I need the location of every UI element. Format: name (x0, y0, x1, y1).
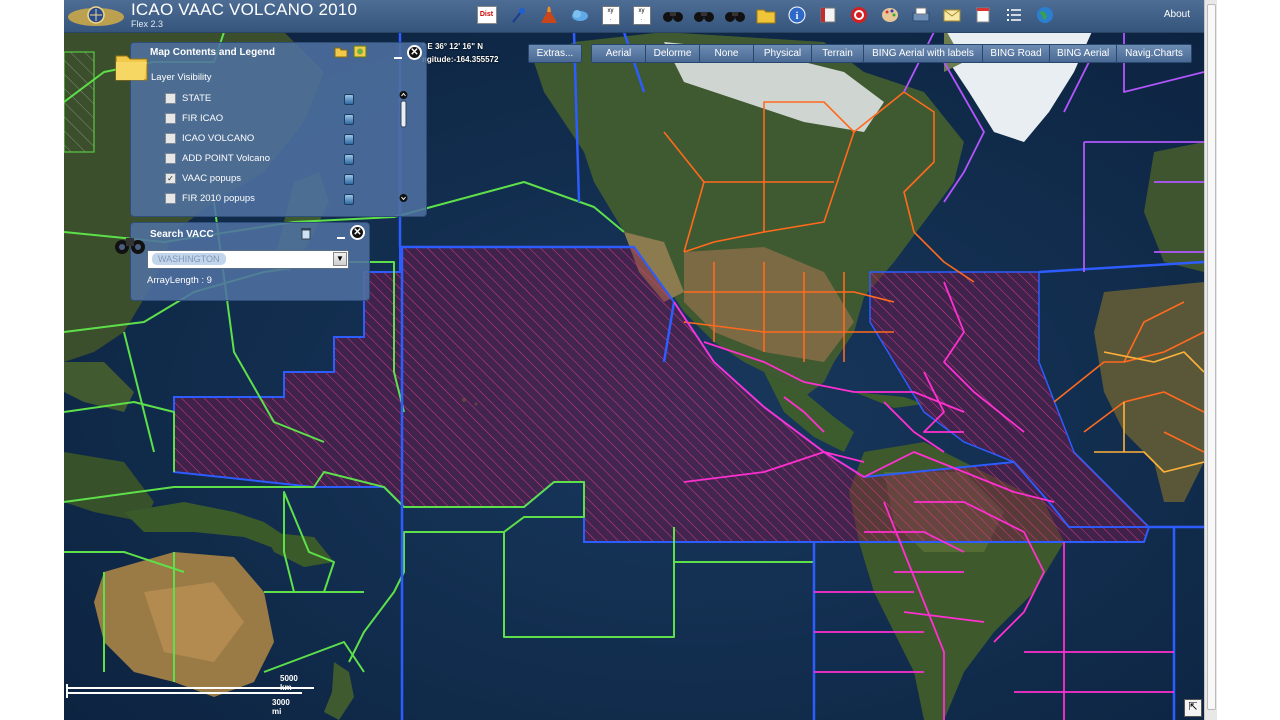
chevron-down-icon[interactable]: ▼ (333, 252, 347, 266)
legend-panel: Map Contents and Legend ✕ Layer Visibili… (130, 42, 427, 217)
extras-button[interactable]: Extras... (528, 44, 582, 63)
scale-bar-km (66, 687, 314, 689)
minimize-button[interactable] (394, 57, 402, 59)
volcano-icon[interactable] (536, 3, 561, 27)
vacc-select-value: WASHINGTON (152, 253, 226, 265)
scale-km: 5000 km (280, 674, 298, 692)
folder-icon[interactable] (753, 3, 778, 27)
cloud-icon[interactable] (567, 3, 592, 27)
app-header: ICAO VAAC VOLCANO 2010 Flex 2.3 Dist xy ·… (64, 0, 1204, 33)
pin-icon[interactable] (505, 3, 530, 27)
coordinate-line2: ngitude:-164.355572 (422, 55, 499, 64)
vacc-select[interactable]: WASHINGTON ▼ (147, 250, 349, 269)
basemap-none-button[interactable]: None (700, 45, 754, 62)
app-window: ICAO VAAC VOLCANO 2010 Flex 2.3 Dist xy ·… (64, 0, 1204, 720)
open-folder-icon[interactable] (334, 45, 348, 58)
legend-scrollbar[interactable] (399, 91, 408, 203)
scale-mi: 3000 mi (272, 698, 290, 716)
save-layers-icon[interactable] (353, 45, 367, 58)
svg-text:i: i (795, 11, 798, 22)
icao-logo (68, 6, 124, 26)
layer-legend-icon[interactable] (344, 174, 354, 185)
target-icon[interactable] (846, 3, 871, 27)
coordinate-line1: ° E 36° 12' 16" N (422, 42, 484, 51)
xy-alt-icon[interactable]: xy · (629, 3, 654, 27)
basemap-navig-charts-button[interactable]: Navig.Charts (1117, 45, 1191, 62)
layer-label: FIR ICAO (182, 112, 224, 124)
document-icon[interactable] (970, 3, 995, 27)
layer-legend-icon[interactable] (344, 194, 354, 205)
app-version: Flex 2.3 (131, 19, 164, 29)
email-icon[interactable] (939, 3, 964, 27)
coordinate-readout: ° E 36° 12' 16" N ngitude:-164.355572 (422, 40, 498, 66)
layer-legend-icon[interactable] (344, 154, 354, 165)
list-icon[interactable] (1001, 3, 1026, 27)
layer-row-icao-volcano: ICAO VOLCANO (165, 131, 395, 145)
layer-label: STATE (182, 92, 212, 104)
book-icon[interactable] (815, 3, 840, 27)
basemap-bing-aerial-button[interactable]: BING Aerial (1050, 45, 1117, 62)
basemap-aerial-button[interactable]: Aerial (592, 45, 646, 62)
layer-checkbox-add-point-volcano[interactable] (165, 152, 176, 164)
info-icon[interactable]: i (784, 3, 809, 27)
basemap-terrain-button[interactable]: Terrain (812, 45, 864, 62)
search-panel: Search VACC ✕ WASHINGTON ▼ ArrayLength :… (130, 222, 370, 301)
layer-checkbox-state[interactable] (165, 92, 176, 104)
search-panel-title: Search VACC (150, 229, 214, 240)
binoculars-icon[interactable] (660, 3, 685, 27)
layer-checkbox-fir-2010-popups[interactable] (165, 192, 176, 204)
browser-scrollbar[interactable] (1204, 0, 1217, 720)
layer-row-fir-icao: FIR ICAO (165, 111, 395, 125)
globe-icon[interactable] (1032, 3, 1057, 27)
scale-bar-mi (66, 692, 302, 694)
basemap-bing-aerial-labels-button[interactable]: BING Aerial with labels (864, 45, 983, 62)
binoculars-3-icon[interactable] (722, 3, 747, 27)
layer-checkbox-fir-icao[interactable] (165, 112, 176, 124)
layer-row-vaac-popups: ✓ VAAC popups (165, 171, 395, 185)
layer-legend-icon[interactable] (344, 114, 354, 125)
layer-visibility-label: Layer Visibility (151, 72, 212, 83)
close-icon[interactable]: ✕ (350, 225, 365, 240)
binoculars-icon (115, 238, 145, 254)
app-title: ICAO VAAC VOLCANO 2010 (131, 0, 358, 19)
layer-legend-icon[interactable] (344, 134, 354, 145)
expand-icon[interactable]: ⇱ (1184, 699, 1202, 717)
basemap-bing-road-button[interactable]: BING Road (983, 45, 1050, 62)
layer-checkbox-vaac-popups[interactable]: ✓ (165, 172, 176, 184)
binoculars-2-icon[interactable] (691, 3, 716, 27)
basemap-physical-button[interactable]: Physical (754, 45, 812, 62)
scrollbar-thumb[interactable] (1207, 4, 1216, 710)
minimize-button[interactable] (337, 237, 345, 239)
clear-search-icon[interactable] (301, 227, 311, 240)
dist-icon[interactable]: Dist (474, 3, 499, 27)
layer-legend-icon[interactable] (344, 94, 354, 105)
array-length: ArrayLength : 9 (147, 275, 212, 286)
basemap-switcher: Aerial Delorme None Physical Terrain BIN… (591, 44, 1192, 63)
layer-label: VAAC popups (182, 172, 241, 184)
legend-panel-title: Map Contents and Legend (150, 47, 275, 58)
layer-label: FIR 2010 popups (182, 192, 255, 204)
toolbar: Dist xy · xy · i (474, 3, 1057, 29)
layer-row-state: STATE (165, 91, 395, 105)
about-link[interactable]: About (1164, 9, 1190, 20)
layer-label: ADD POINT Volcano (182, 152, 271, 164)
layer-label: ICAO VOLCANO (182, 132, 255, 144)
xy-icon[interactable]: xy · (598, 3, 623, 27)
layer-row-fir-2010-popups: FIR 2010 popups (165, 191, 395, 205)
palette-icon[interactable] (877, 3, 902, 27)
layer-row-add-point-volcano: ADD POINT Volcano (165, 151, 395, 165)
print-icon[interactable] (908, 3, 933, 27)
dist-label: Dist (476, 6, 497, 24)
legend-folder-icon (115, 55, 148, 81)
layer-checkbox-icao-volcano[interactable] (165, 132, 176, 144)
basemap-delorme-button[interactable]: Delorme (646, 45, 700, 62)
close-icon[interactable]: ✕ (407, 45, 422, 60)
